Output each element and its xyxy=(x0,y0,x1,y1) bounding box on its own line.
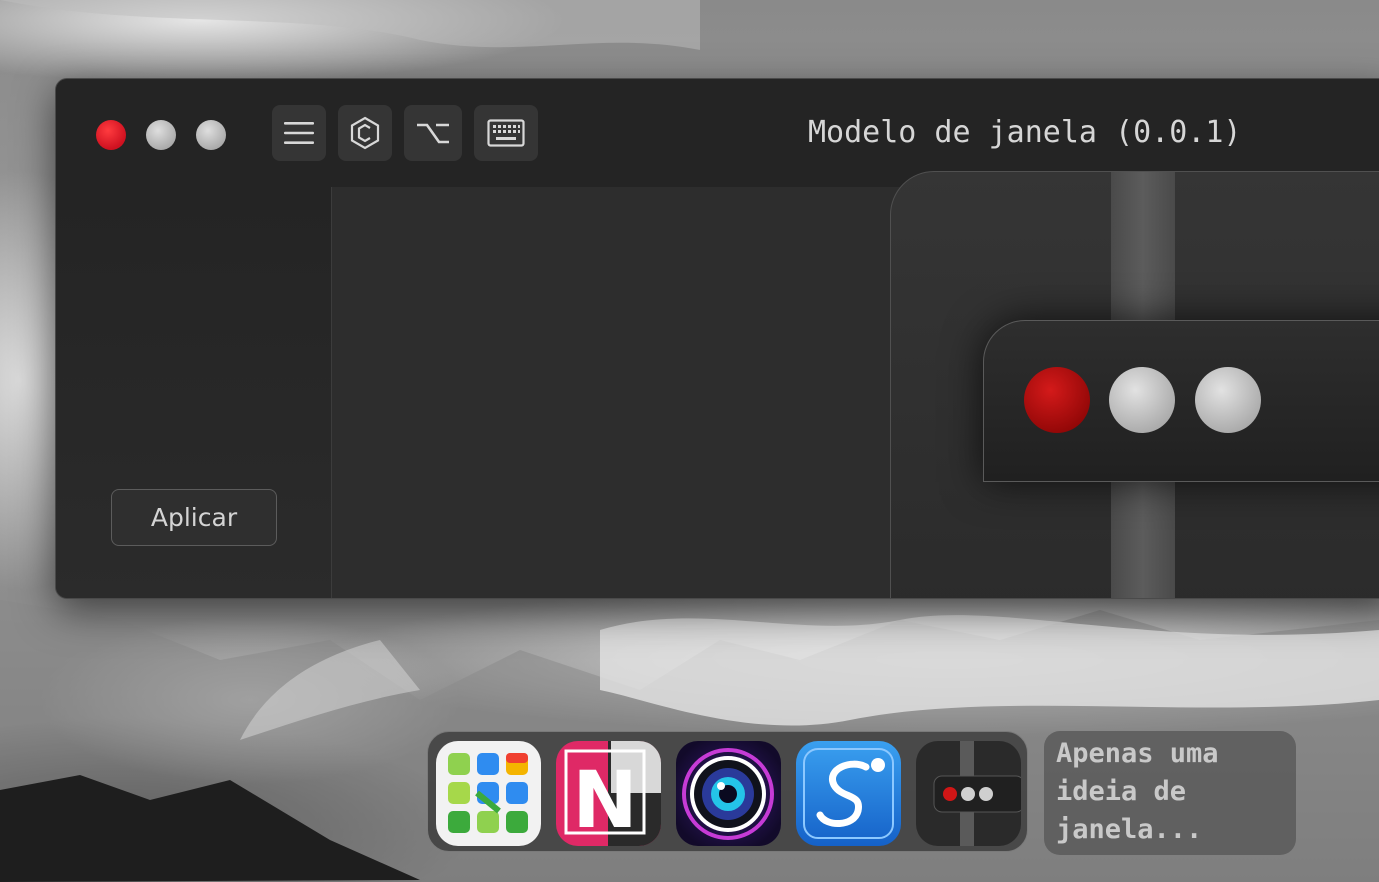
keyboard-icon xyxy=(487,119,525,147)
option-button[interactable] xyxy=(404,105,462,161)
tooltip-line: janela... xyxy=(1056,814,1203,845)
hamburger-menu-icon xyxy=(284,122,314,144)
app-icon-preview xyxy=(890,171,1379,598)
preview-red-dot xyxy=(1024,367,1090,433)
app-window: Modelo de janela (0.0.1) Aplicar xyxy=(55,78,1379,599)
apply-button[interactable]: Aplicar xyxy=(111,489,277,546)
dock-app-window-template[interactable] xyxy=(916,741,1021,846)
svg-text:N: N xyxy=(572,756,637,846)
preview-gray-dot xyxy=(1109,367,1175,433)
notes-n-icon: N xyxy=(564,741,661,846)
dock-tooltip: Apenas uma ideia de janela... xyxy=(1044,731,1296,855)
minimize-button[interactable] xyxy=(146,120,176,150)
camera-lens-icon xyxy=(682,748,774,840)
dock: N xyxy=(427,731,1028,852)
dock-app-camera[interactable] xyxy=(676,741,781,846)
sidebar: Aplicar xyxy=(56,187,332,598)
preview-window-panel xyxy=(983,320,1379,482)
window-template-icon xyxy=(933,741,1021,846)
maximize-button[interactable] xyxy=(196,120,226,150)
tooltip-line: Apenas uma xyxy=(1056,738,1219,769)
preview-gray-dot xyxy=(1195,367,1261,433)
dock-app-launchpad[interactable] xyxy=(436,741,541,846)
launchpad-grid-icon xyxy=(448,753,528,833)
window-title: Modelo de janela (0.0.1) xyxy=(808,115,1242,150)
keyboard-button[interactable] xyxy=(474,105,538,161)
hexagon-icon xyxy=(350,116,380,150)
option-key-icon xyxy=(417,123,449,144)
sketch-s-icon xyxy=(803,748,894,839)
close-button[interactable] xyxy=(96,120,126,150)
menu-button[interactable] xyxy=(272,105,326,161)
tooltip-line: ideia de xyxy=(1056,776,1187,807)
dock-app-notes[interactable]: N xyxy=(556,741,661,846)
hexagon-button[interactable] xyxy=(338,105,392,161)
dock-app-sketch[interactable] xyxy=(796,741,901,846)
